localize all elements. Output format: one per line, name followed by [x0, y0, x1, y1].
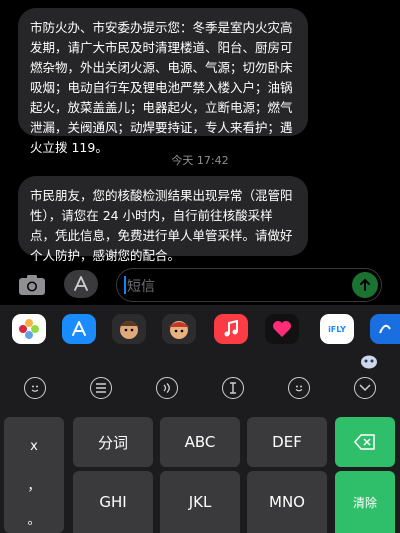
apps-icon[interactable] [64, 270, 98, 298]
text-caret [124, 276, 126, 294]
key-fenci[interactable]: 分词 [73, 417, 153, 467]
punctuation-column[interactable]: x ， 。 [4, 417, 64, 533]
ifly-icon[interactable]: iFLY [320, 314, 354, 344]
keyboard: x ， 。 分词 ABC DEF GHI JKL MNO 清除 [0, 405, 400, 533]
mascot-icon[interactable] [360, 353, 378, 369]
key-mno[interactable]: MNO [247, 471, 327, 533]
key-label: MNO [269, 493, 305, 511]
smile-icon[interactable] [288, 377, 310, 399]
key-def[interactable]: DEF [247, 417, 327, 467]
memoji-icon[interactable] [112, 314, 146, 344]
message-bubble[interactable]: 市民朋友，您的核酸检测结果出现异常（混管阳性），请您在 24 小时内，自行前往核… [18, 176, 308, 263]
clear-button[interactable]: 清除 [335, 471, 395, 533]
backspace-icon [354, 434, 375, 450]
punct-x[interactable]: x [4, 439, 64, 454]
key-label: GHI [99, 493, 127, 511]
punct-period[interactable]: 。 [4, 509, 64, 528]
message-text: 市民朋友，您的核酸检测结果出现异常（混管阳性），请您在 24 小时内，自行前往核… [30, 188, 293, 263]
voice-input-icon[interactable] [156, 377, 178, 399]
message-timestamp: 今天 17:42 [171, 154, 229, 167]
menu-icon[interactable] [90, 377, 112, 399]
key-abc[interactable]: ABC [160, 417, 240, 467]
message-input[interactable]: 短信 [116, 268, 382, 302]
chevron-down-icon[interactable] [354, 377, 376, 399]
extra-app-icon[interactable] [370, 314, 400, 344]
key-label: ABC [184, 433, 216, 451]
key-ghi[interactable]: GHI [73, 471, 153, 533]
message-bubble[interactable]: 市防火办、市安委办提示您：冬季是室内火灾高发期，请广大市民及时清理楼道、阳台、厨… [18, 8, 308, 155]
message-input-placeholder: 短信 [127, 279, 155, 295]
send-button[interactable] [352, 272, 378, 298]
text-cursor-icon[interactable] [222, 377, 244, 399]
photos-app-icon[interactable] [12, 314, 46, 344]
key-label: DEF [272, 433, 302, 451]
backspace-button[interactable] [335, 417, 395, 467]
candidate-bar [0, 353, 400, 371]
app-store-icon[interactable] [62, 314, 96, 344]
memoji-stickers-icon[interactable] [162, 314, 196, 344]
key-label: 分词 [97, 433, 128, 452]
ifly-label: iFLY [328, 324, 346, 334]
compose-bar: 短信 [0, 266, 400, 304]
punct-comma[interactable]: ， [4, 475, 64, 494]
key-jkl[interactable]: JKL [160, 471, 240, 533]
imessage-app-strip: iFLY [0, 305, 400, 353]
music-icon[interactable] [214, 314, 248, 344]
camera-icon[interactable] [18, 274, 46, 296]
message-text: 市防火办、市安委办提示您：冬季是室内火灾高发期，请广大市民及时清理楼道、阳台、厨… [30, 20, 293, 155]
clear-label: 清除 [352, 495, 377, 510]
key-label: JKL [188, 493, 212, 511]
emoji-icon[interactable] [24, 377, 46, 399]
keyboard-toolbar [0, 371, 400, 405]
digital-touch-icon[interactable] [265, 314, 299, 344]
